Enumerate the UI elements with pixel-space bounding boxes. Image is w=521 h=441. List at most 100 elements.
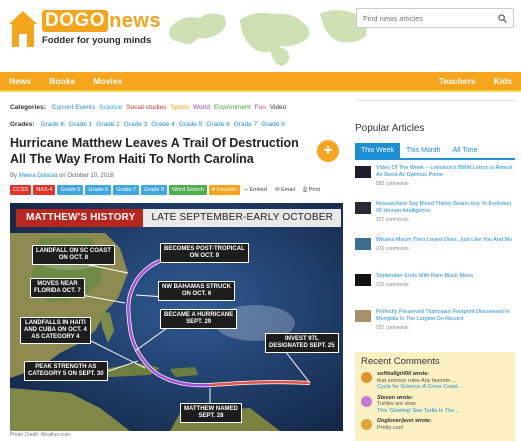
- grade-link[interactable]: Grade 7: [234, 121, 258, 128]
- article-thumbnail[interactable]: [355, 274, 371, 286]
- search-input[interactable]: [363, 13, 483, 23]
- comment-count: 582 comments: [376, 181, 409, 187]
- nav-movies[interactable]: Movies: [84, 76, 131, 86]
- grade-link[interactable]: Grade 3: [124, 121, 148, 128]
- comment-count: 210 comments: [376, 282, 409, 288]
- comment-count: 227 comments: [376, 217, 409, 223]
- article-link[interactable]: Researchers Say Blood Thirsty Brains Key…: [376, 201, 515, 215]
- avatar[interactable]: [361, 372, 372, 383]
- label-became-hurricane: BECAME A HURRICANE SEPT. 29: [160, 309, 238, 329]
- label-peak-strength: PEAK STRENGTH AS CATEGORY 5 ON SEPT. 30: [24, 361, 108, 381]
- list-item[interactable]: Researchers Say Blood Thirsty Brains Key…: [355, 201, 515, 235]
- add-button[interactable]: +: [317, 140, 339, 162]
- category-environment[interactable]: Environment: [214, 104, 251, 111]
- category-fun[interactable]: Fun: [255, 104, 266, 111]
- tag-row: CCSS NAS-4 Grade 5 Grade 6 Grade 7 Grade…: [10, 185, 345, 195]
- grade-link[interactable]: Grade 8: [261, 121, 285, 128]
- nav-teachers[interactable]: Teachers: [430, 76, 485, 86]
- tag-ccss[interactable]: CCSS: [10, 185, 32, 195]
- popular-list: Video Of The Week -- Lebolson's BMW Letr…: [355, 165, 515, 343]
- category-social-studies[interactable]: Social studies: [126, 104, 166, 111]
- recent-comments-title: Recent Comments: [361, 356, 440, 367]
- category-video[interactable]: Video: [270, 104, 287, 111]
- popular-tabs: This Week This Month All Time: [355, 143, 515, 160]
- categories-label: Categories:: [10, 104, 46, 111]
- grade-link[interactable]: Grade 1: [69, 121, 93, 128]
- list-item[interactable]: September Ends With Rare Black Moon 210 …: [355, 273, 515, 307]
- grade-link[interactable]: Grade 4: [151, 121, 175, 128]
- tag-grade-8[interactable]: Grade 8: [141, 185, 167, 195]
- list-item[interactable]: Video Of The Week -- Lebolson's BMW Letr…: [355, 165, 515, 199]
- banner-title: MATTHEW'S HISTORY: [16, 209, 144, 227]
- label-invest-97l: INVEST 97L DESIGNATED SEPT. 25: [265, 333, 339, 353]
- tagline: Fodder for young minds: [42, 35, 152, 46]
- label-post-tropical: BECOMES POST-TROPICAL ON OCT. 9: [160, 243, 249, 263]
- hurricane-map-image: MATTHEW'S HISTORY LATE SEPTEMBER-EARLY O…: [10, 203, 343, 431]
- label-moves-near-florida: MOVES NEAR FLORIDA OCT. 7: [30, 278, 85, 298]
- article-title: Hurricane Matthew Leaves A Trail Of Dest…: [10, 136, 299, 166]
- search-box[interactable]: [356, 8, 514, 28]
- grade-link[interactable]: Grade K: [41, 121, 65, 128]
- tag-grade-6[interactable]: Grade 6: [85, 185, 112, 195]
- tab-this-week[interactable]: This Week: [355, 143, 400, 158]
- comment-count: 157 comments: [376, 325, 409, 331]
- grade-link[interactable]: Grade 6: [206, 121, 230, 128]
- article-thumbnail[interactable]: [355, 310, 371, 322]
- comment-item: softballgirl00 wrote: that science rules…: [361, 371, 509, 391]
- article-link[interactable]: September Ends With Rare Black Moon: [376, 273, 473, 280]
- comment-article-link[interactable]: This 'Glowing' Sea Turtle Is The...: [377, 408, 459, 415]
- logo-news-text: news: [109, 10, 162, 32]
- comment-item: Steven wrote: Turtles are slow. This 'Gl…: [361, 395, 509, 415]
- label-landfall-sc: LANDFALL ON SC COAST ON OCT. 8: [32, 245, 115, 265]
- sidebar: Popular Articles This Week This Month Al…: [355, 100, 515, 345]
- print-button[interactable]: ⎙ Print: [300, 186, 323, 195]
- nav-kids[interactable]: Kids: [485, 76, 521, 86]
- photo-credit: Photo Credit: Weather.com: [10, 432, 70, 438]
- label-haiti-cuba: LANDFALLS IN HAITI AND CUBA ON OCT. 4 AS C…: [20, 317, 91, 344]
- list-item[interactable]: Whales Mourn Their Loved Ones, Just Like…: [355, 237, 515, 271]
- avatar[interactable]: [361, 395, 372, 407]
- avatar[interactable]: [361, 419, 372, 430]
- grade-link[interactable]: Grade 5: [179, 121, 203, 128]
- nav-books[interactable]: Books: [40, 76, 84, 86]
- byline: By Meera Dolasia on October 10, 2016: [10, 173, 114, 179]
- article-thumbnail[interactable]: [355, 238, 371, 250]
- category-current-events[interactable]: Current Events: [52, 104, 95, 111]
- favorite-button[interactable]: ♥ Favorite: [208, 185, 240, 195]
- category-science[interactable]: Science: [99, 104, 122, 111]
- article-thumbnail[interactable]: [355, 166, 371, 178]
- article-link[interactable]: Perfectly Preserved Titanosaur Footprint…: [376, 309, 515, 323]
- map-banner: MATTHEW'S HISTORY LATE SEPTEMBER-EARLY O…: [16, 209, 342, 227]
- comment-item: Doglover/jenn wrote: Pretty cool: [361, 418, 509, 431]
- article-thumbnail[interactable]: [355, 202, 371, 214]
- author-link[interactable]: Meera Dolasia: [19, 173, 58, 179]
- plus-icon: +: [323, 142, 333, 159]
- popular-articles-title: Popular Articles: [355, 123, 425, 134]
- main-nav: News Books Movies Teachers Kids: [0, 72, 521, 92]
- article-main: Categories: Current Events Science Socia…: [10, 100, 345, 195]
- category-world[interactable]: World: [193, 104, 210, 111]
- tab-all-time[interactable]: All Time: [447, 143, 484, 158]
- logo-dogo-text: DOGO: [42, 10, 109, 32]
- tag-grade-5[interactable]: Grade 5: [57, 185, 84, 195]
- banner-subtitle: LATE SEPTEMBER-EARLY OCTOBER: [143, 209, 342, 227]
- tag-nas[interactable]: NAS-4: [33, 185, 56, 195]
- categories-row: Categories: Current Events Science Socia…: [10, 104, 345, 111]
- sidebar-divider: [355, 100, 515, 101]
- tab-this-month[interactable]: This Month: [400, 143, 447, 158]
- word-search-button[interactable]: Word Search: [168, 185, 207, 195]
- dogonews-logo[interactable]: DOGO news Fodder for young minds: [8, 10, 161, 48]
- email-button[interactable]: ✉ Email: [272, 186, 298, 194]
- embed-button[interactable]: ⌁ Embed: [242, 186, 270, 194]
- list-item[interactable]: Perfectly Preserved Titanosaur Footprint…: [355, 309, 515, 343]
- article-link[interactable]: Video Of The Week -- Lebolson's BMW Letr…: [376, 165, 515, 179]
- nav-news[interactable]: News: [0, 76, 40, 86]
- article-link[interactable]: Whales Mourn Their Loved Ones, Just Like…: [376, 237, 512, 244]
- comment-article-link[interactable]: Cycle for Science: A Cross Coast...: [377, 384, 462, 391]
- grades-row: Grades: Grade K Grade 1 Grade 2 Grade 3 …: [10, 121, 345, 128]
- house-logo-icon: [9, 11, 37, 47]
- grade-link[interactable]: Grade 2: [96, 121, 120, 128]
- search-icon[interactable]: [498, 13, 507, 23]
- category-sports[interactable]: Sports: [170, 104, 189, 111]
- tag-grade-7[interactable]: Grade 7: [113, 185, 140, 195]
